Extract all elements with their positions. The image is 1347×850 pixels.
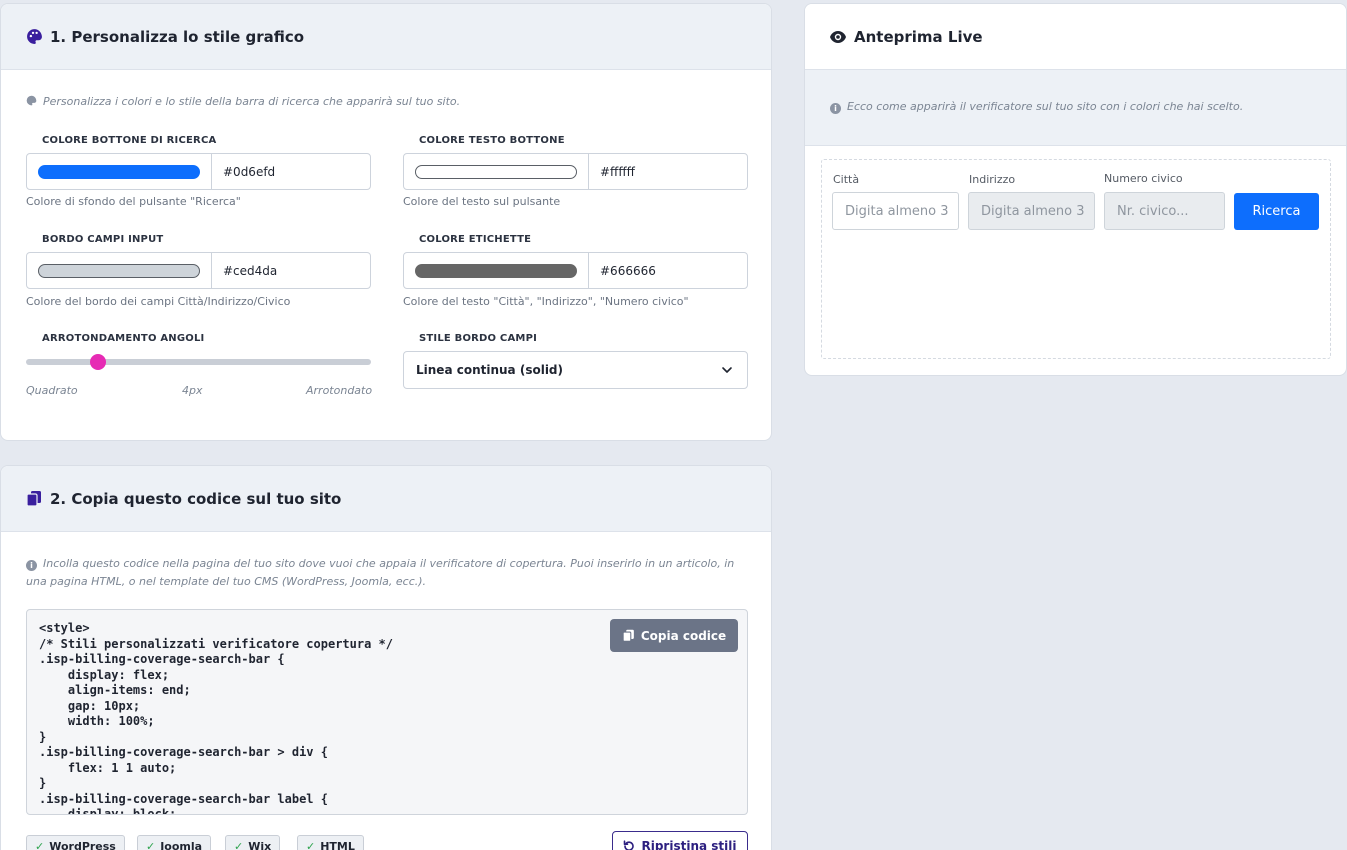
radius-max-label: Arrotondato bbox=[306, 384, 373, 397]
radius-slider-thumb[interactable] bbox=[90, 354, 107, 370]
address-input[interactable]: Digita almeno 3 bbox=[968, 192, 1095, 230]
border-style-value: Linea continua (solid) bbox=[416, 363, 563, 377]
code-card-title: 2. Copia questo codice sul tuo sito bbox=[50, 489, 342, 508]
input-border-hint: Colore del bordo dei campi Città/Indiriz… bbox=[26, 295, 291, 308]
code-note-text: Incolla questo codice nella pagina del t… bbox=[26, 557, 735, 588]
copy-code-button[interactable]: Copia codice bbox=[610, 619, 738, 652]
civic-label: Numero civico bbox=[1104, 172, 1183, 185]
tag-label: WordPress bbox=[49, 839, 116, 850]
eye-icon bbox=[829, 28, 847, 46]
radius-min-label: Quadrato bbox=[26, 384, 78, 397]
input-border-swatch[interactable] bbox=[38, 263, 200, 278]
city-label: Città bbox=[833, 173, 860, 186]
radius-value-label: 4px bbox=[182, 384, 203, 397]
label-color-label: COLORE ETICHETTE bbox=[419, 234, 532, 245]
copy-code-label: Copia codice bbox=[640, 628, 727, 643]
copy-button-icon bbox=[622, 629, 634, 642]
style-card-header: 1. Personalizza lo stile grafico bbox=[1, 4, 771, 70]
preview-card-header: Anteprima Live bbox=[805, 4, 1346, 70]
tag-wordpress: ✓ WordPress bbox=[26, 835, 125, 850]
check-icon: ✓ bbox=[306, 839, 316, 850]
button-color-field[interactable]: #0d6efd bbox=[26, 153, 371, 190]
code-card-header: 2. Copia questo codice sul tuo sito bbox=[1, 466, 771, 532]
info-icon: i bbox=[26, 560, 37, 571]
button-color-label: COLORE BOTTONE DI RICERCA bbox=[42, 135, 217, 146]
address-label: Indirizzo bbox=[969, 173, 1016, 186]
label-color-hex[interactable]: #666666 bbox=[589, 253, 656, 288]
chevron-down-icon bbox=[721, 364, 733, 379]
reset-styles-button[interactable]: Ripristina stili bbox=[612, 831, 748, 850]
style-card: 1. Personalizza lo stile grafico Persona… bbox=[0, 3, 772, 441]
style-note-text: Personalizza i colori e lo stile della b… bbox=[43, 95, 461, 108]
preview-card-title: Anteprima Live bbox=[854, 27, 983, 46]
tag-wix: ✓ Wix bbox=[225, 835, 281, 850]
button-text-color-hint: Colore del testo sul pulsante bbox=[403, 195, 561, 208]
style-note: Personalizza i colori e lo stile della b… bbox=[26, 93, 460, 112]
label-color-field[interactable]: #666666 bbox=[403, 252, 748, 289]
input-border-label: BORDO CAMPI INPUT bbox=[42, 234, 164, 245]
preview-note: i Ecco come apparirà il verificatore sul … bbox=[830, 98, 1243, 116]
radius-slider-track[interactable] bbox=[26, 359, 371, 365]
label-color-hint: Colore del testo "Città", "Indirizzo", "… bbox=[403, 295, 689, 308]
tag-label: Joomla bbox=[160, 839, 203, 850]
input-border-field[interactable]: #ced4da bbox=[26, 252, 371, 289]
button-color-swatch[interactable] bbox=[38, 164, 200, 179]
preview-area bbox=[821, 159, 1331, 359]
tag-label: Wix bbox=[248, 839, 272, 850]
preview-note-text: Ecco come apparirà il verificatore sul t… bbox=[847, 100, 1244, 113]
palette-icon bbox=[25, 28, 43, 46]
style-card-title: 1. Personalizza lo stile grafico bbox=[50, 27, 305, 46]
border-style-label: STILE BORDO CAMPI bbox=[419, 333, 538, 344]
check-icon: ✓ bbox=[234, 839, 244, 850]
info-icon: i bbox=[830, 103, 841, 114]
label-color-swatch[interactable] bbox=[415, 263, 577, 278]
palette-note-icon bbox=[26, 94, 37, 112]
tag-joomla: ✓ Joomla bbox=[137, 835, 212, 850]
code-card: 2. Copia questo codice sul tuo sito i Inc… bbox=[0, 465, 772, 850]
tag-html: ✓ HTML bbox=[297, 835, 364, 850]
button-color-hex[interactable]: #0d6efd bbox=[212, 154, 275, 189]
reset-styles-label: Ripristina stili bbox=[641, 839, 737, 850]
border-style-select[interactable]: Linea continua (solid) bbox=[403, 351, 748, 389]
check-icon: ✓ bbox=[35, 839, 45, 850]
city-input[interactable]: Digita almeno 3 bbox=[832, 192, 959, 230]
check-icon: ✓ bbox=[146, 839, 156, 850]
code-note: i Incolla questo codice nella pagina del … bbox=[26, 555, 741, 591]
button-text-color-label: COLORE TESTO BOTTONE bbox=[419, 135, 565, 146]
button-text-color-swatch[interactable] bbox=[415, 164, 577, 179]
radius-label: ARROTONDAMENTO ANGOLI bbox=[42, 333, 205, 344]
civic-input[interactable]: Nr. civico... bbox=[1104, 192, 1225, 230]
preview-note-band: i Ecco come apparirà il verificatore sul … bbox=[805, 70, 1346, 146]
button-color-hint: Colore di sfondo del pulsante "Ricerca" bbox=[26, 195, 241, 208]
search-button[interactable]: Ricerca bbox=[1234, 193, 1319, 230]
preview-card: Anteprima Live i Ecco come apparirà il ve… bbox=[804, 3, 1347, 376]
undo-icon bbox=[624, 840, 635, 850]
input-border-hex[interactable]: #ced4da bbox=[212, 253, 277, 288]
button-text-color-field[interactable]: #ffffff bbox=[403, 153, 748, 190]
tag-label: HTML bbox=[320, 839, 355, 850]
copy-icon bbox=[25, 490, 43, 508]
button-text-color-hex[interactable]: #ffffff bbox=[589, 154, 635, 189]
